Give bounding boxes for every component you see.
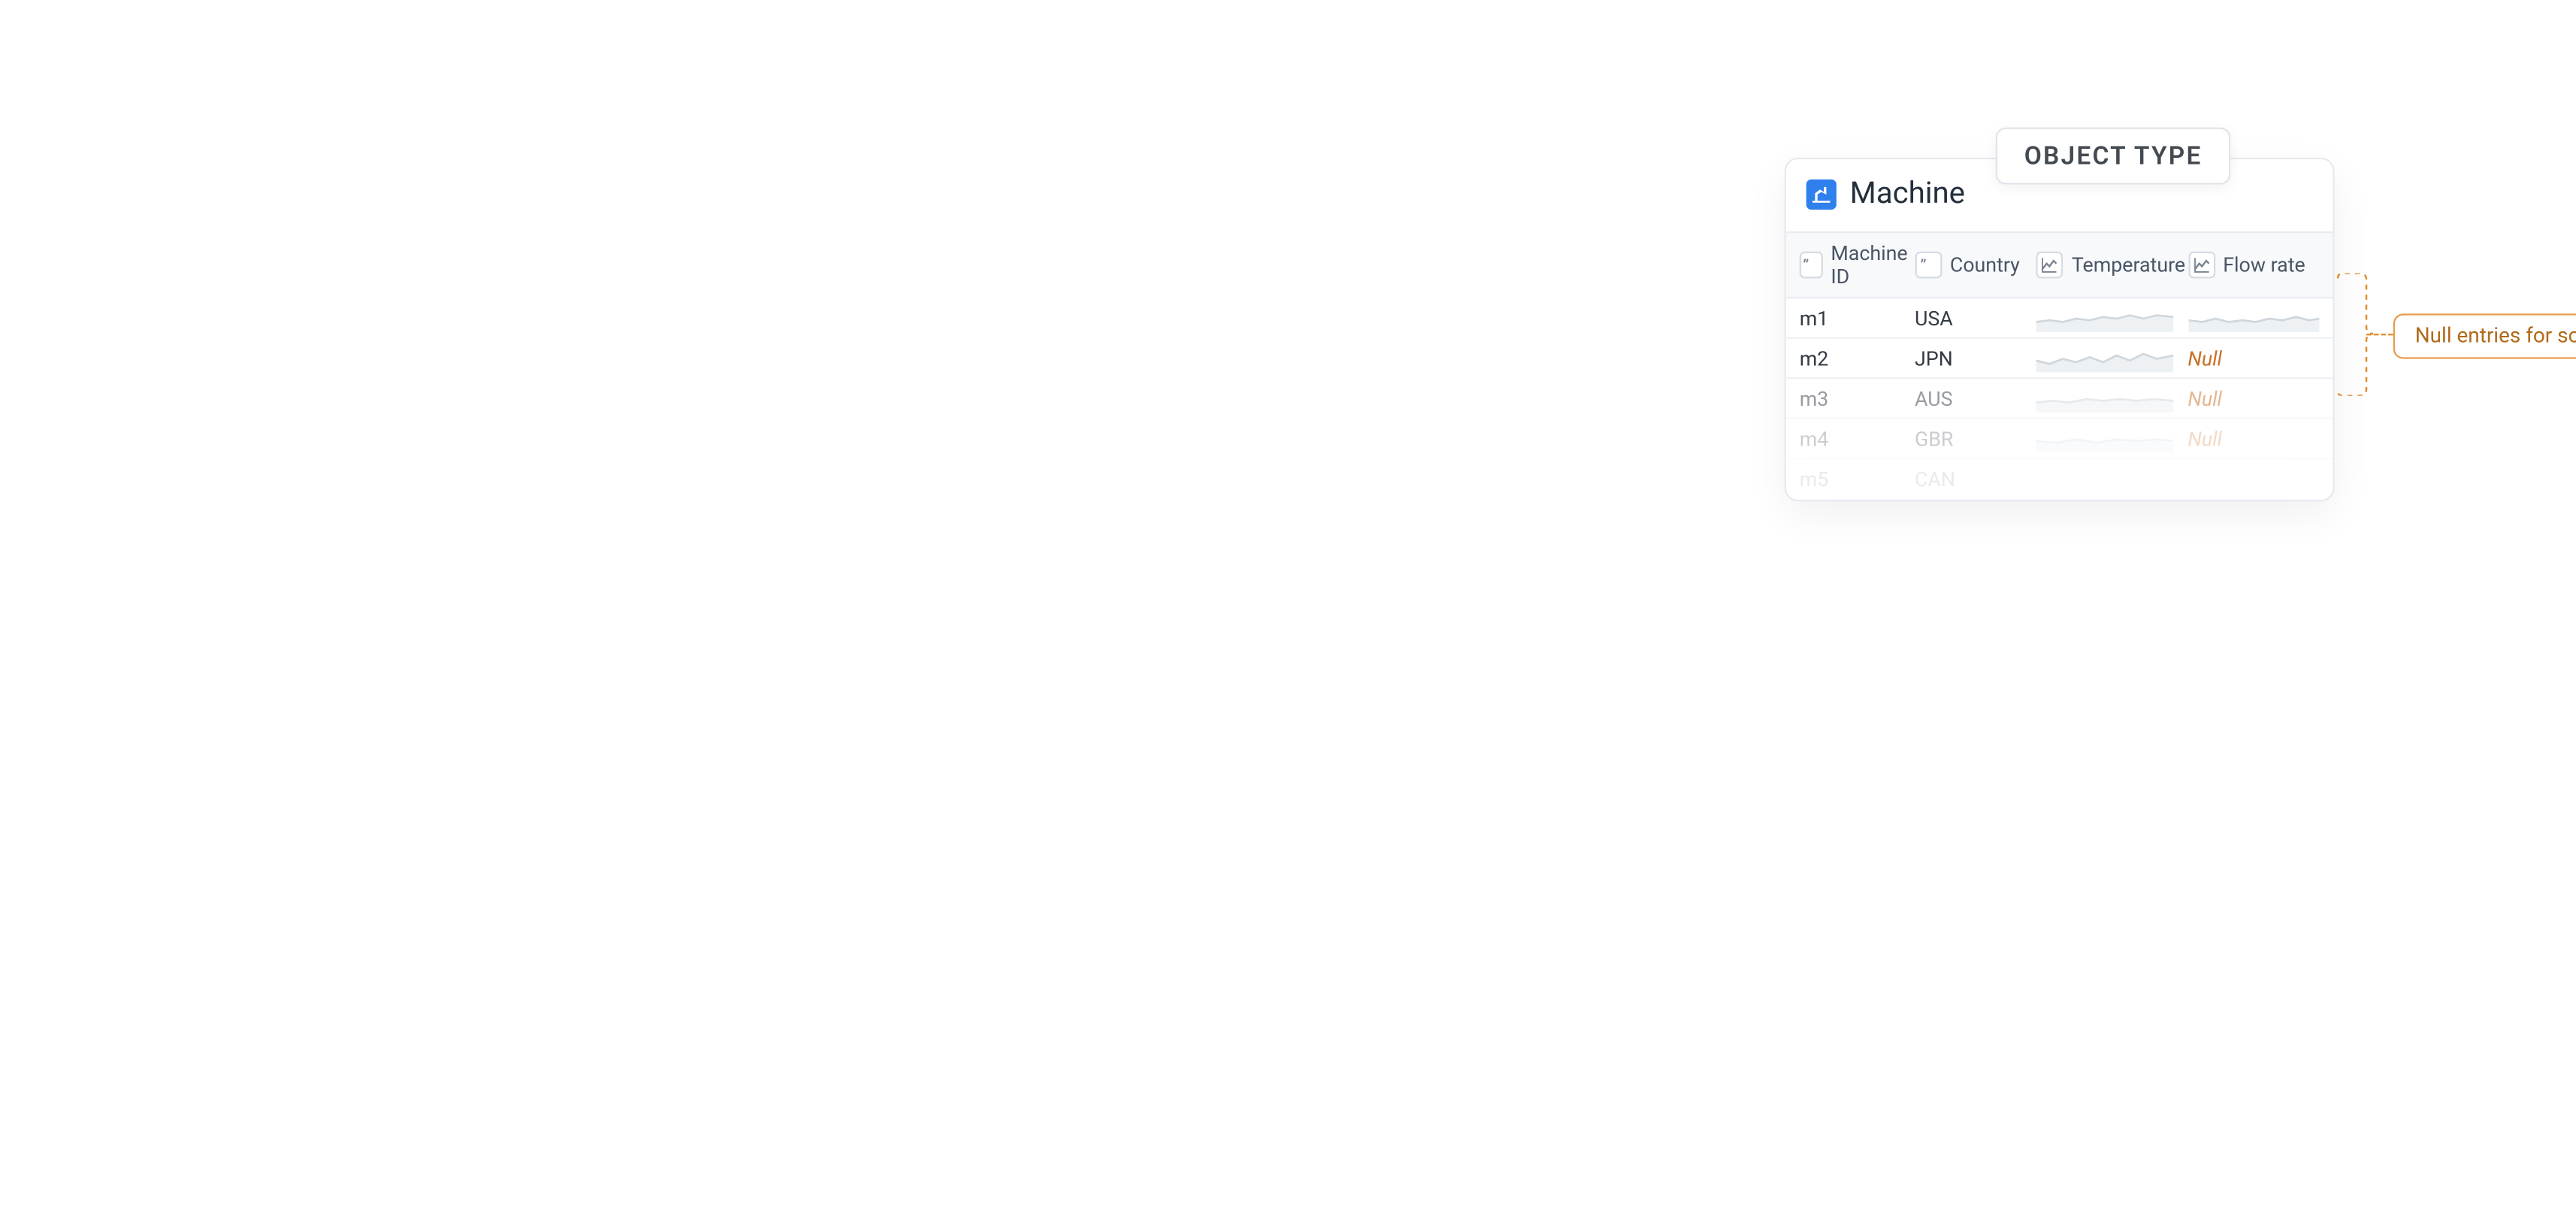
column-label: Country [1950,253,2020,277]
cell-country: GBR [1915,427,2036,450]
table-row: m1 USA [1786,298,2333,339]
cell-flow-null: Null [2187,427,2319,450]
annotation-callout-text: Null entries for some objects [2415,324,2576,349]
diagram-stage: OBJECT TYPE Machine ” Machine ID ” [1586,0,2576,1209]
cell-temperature-spark [2036,304,2187,331]
annotation-callout: Null entries for some objects [2393,313,2576,358]
cell-machine-id: m5 [1800,468,1915,491]
column-label: Temperature [2072,253,2185,277]
object-type-badge: OBJECT TYPE [1996,128,2231,185]
cell-machine-id: m3 [1800,386,1915,410]
columns-header-row: ” Machine ID ” Country Temperature [1786,231,2333,298]
object-type-badge-label: OBJECT TYPE [2024,141,2203,171]
cell-machine-id: m2 [1800,346,1915,370]
string-type-icon: ” [1915,252,1942,279]
svg-text:”: ” [1803,256,1809,273]
cell-temperature-spark [2036,385,2187,412]
column-header-machine-id: ” Machine ID [1800,241,1915,288]
cell-temperature-spark [2036,425,2187,452]
cell-flow-spark [2187,304,2319,331]
column-label: Flow rate [2223,253,2305,277]
cell-country: AUS [1915,386,2036,410]
cell-machine-id: m4 [1800,427,1915,450]
svg-text:”: ” [1920,256,1926,273]
column-header-country: ” Country [1915,241,2036,288]
cell-temperature-spark [2036,345,2187,372]
table-row: m4 GBR Null [1786,419,2333,460]
table-row: m5 CAN [1786,460,2333,500]
column-header-flow-rate: Flow rate [2187,241,2319,288]
machine-icon [1807,179,1837,209]
card-title: Machine [1850,176,1965,211]
cell-country: CAN [1915,468,2036,491]
cell-flow-null: Null [2187,386,2319,410]
object-type-card: Machine ” Machine ID ” Country Temperatu… [1785,158,2335,502]
timeseries-type-icon [2036,252,2064,279]
cell-country: JPN [1915,346,2036,370]
cell-country: USA [1915,306,2036,329]
table-row: m2 JPN Null [1786,339,2333,379]
string-type-icon: ” [1800,252,1823,279]
cell-flow-null: Null [2187,346,2319,370]
column-header-temperature: Temperature [2036,241,2187,288]
table-row: m3 AUS Null [1786,379,2333,419]
timeseries-type-icon [2187,252,2215,279]
annotation-connector [2366,334,2393,335]
column-label: Machine ID [1831,241,1915,288]
cell-machine-id: m1 [1800,306,1915,329]
